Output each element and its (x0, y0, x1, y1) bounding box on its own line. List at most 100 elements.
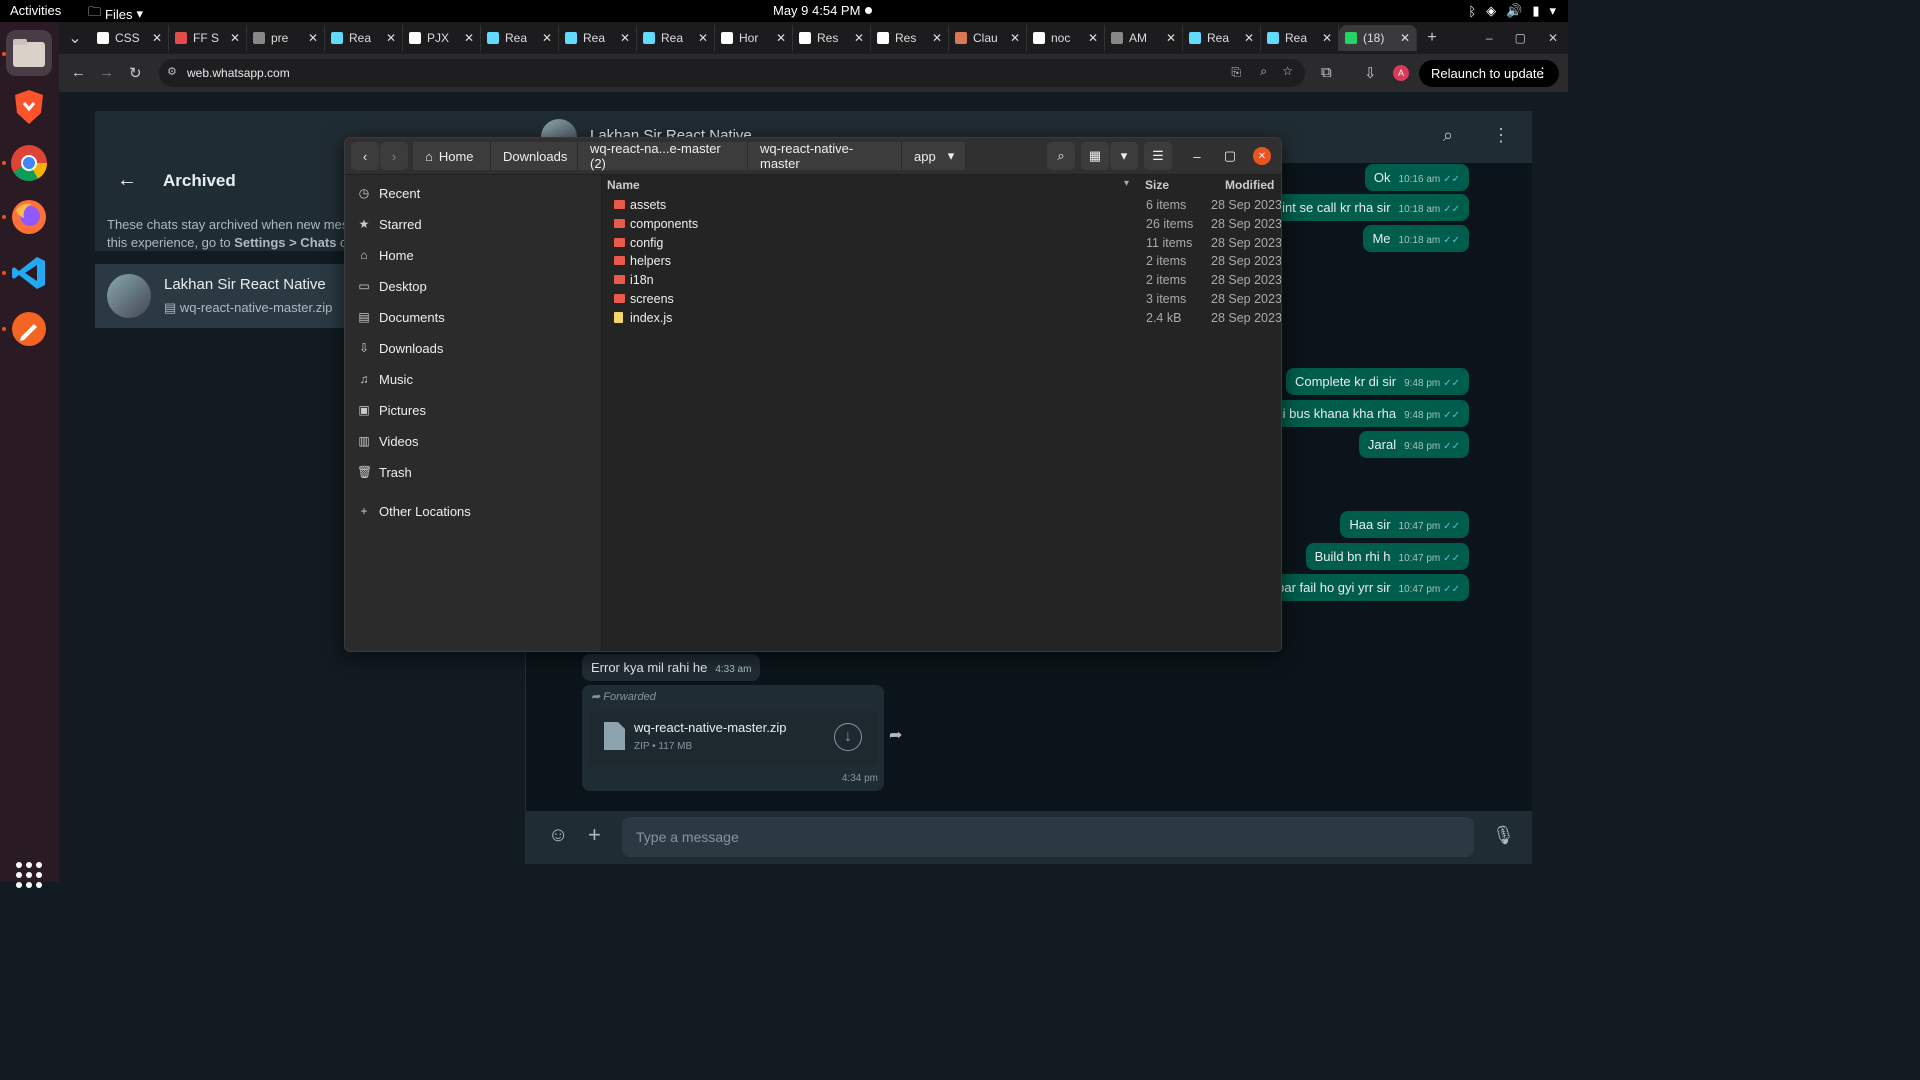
incoming-message[interactable]: Error kya mil rahi he 4:33 am (582, 654, 761, 681)
browser-tab[interactable]: AM ✕ (1105, 25, 1183, 51)
tab-close-icon[interactable]: ✕ (1322, 31, 1332, 45)
browser-tab[interactable]: Rea ✕ (1183, 25, 1261, 51)
file-row[interactable]: components 26 items 28 Sep 2023 (602, 215, 1281, 234)
clock[interactable]: May 9 4:54 PM (773, 3, 860, 18)
breadcrumb-item[interactable]: wq-react-native-master (748, 141, 902, 171)
close-icon[interactable]: ✕ (1253, 147, 1271, 165)
address-bar[interactable]: ⚙ web.whatsapp.com ⎘ ⌕ ☆ (159, 59, 1305, 87)
sidebar-item-music[interactable]: ♫ Music (357, 369, 413, 389)
zoom-icon[interactable]: ⌕ (1260, 64, 1267, 79)
breadcrumb-item[interactable]: Downloads (491, 142, 578, 170)
sidebar-item-pictures[interactable]: ▣ Pictures (357, 400, 426, 420)
outgoing-message[interactable]: Complete kr di sir 9:48 pm ✓✓ (1285, 368, 1469, 395)
breadcrumb-item[interactable]: app ▾ (902, 142, 966, 170)
sidebar-item-recent[interactable]: ◷ Recent (357, 183, 420, 203)
outgoing-message[interactable]: mint se call kr rha sir 10:18 am ✓✓ (1262, 194, 1469, 221)
file-row[interactable]: screens 3 items 28 Sep 2023 (602, 290, 1281, 309)
outgoing-message[interactable]: hi bus khana kha rha 9:48 pm ✓✓ (1266, 400, 1469, 427)
tab-close-icon[interactable]: ✕ (542, 31, 552, 45)
tab-close-icon[interactable]: ✕ (308, 31, 318, 45)
browser-tab[interactable]: Clau ✕ (949, 25, 1027, 51)
attach-plus-icon[interactable]: + (588, 822, 601, 848)
profile-avatar[interactable]: A (1393, 65, 1409, 81)
file-row[interactable]: i18n 2 items 28 Sep 2023 (602, 271, 1281, 290)
show-apps-icon[interactable] (16, 862, 42, 888)
bookmark-star-icon[interactable]: ☆ (1282, 64, 1293, 78)
back-arrow-icon[interactable]: ← (117, 169, 137, 192)
search-icon[interactable]: ⌕ (1047, 142, 1075, 170)
vscode-icon[interactable] (6, 250, 52, 296)
search-icon[interactable]: ⌕ (1443, 125, 1453, 146)
minimize-icon[interactable]: – (1185, 142, 1209, 170)
extensions-icon[interactable]: ⧉ (1321, 64, 1332, 81)
view-options-chevron-icon[interactable]: ▾ (1110, 142, 1138, 170)
maximize-icon[interactable]: ▢ (1218, 142, 1242, 170)
sidebar-item-trash[interactable]: 🗑 Trash (357, 462, 412, 482)
browser-tab[interactable]: (18) ✕ (1339, 25, 1417, 51)
browser-tab[interactable]: FF S ✕ (169, 25, 247, 51)
settings-link[interactable]: Settings > Chats (234, 235, 336, 250)
files-app-icon[interactable] (6, 30, 52, 76)
breadcrumb-item[interactable]: wq-react-na...e-master (2) (578, 141, 748, 171)
tab-close-icon[interactable]: ✕ (230, 31, 240, 45)
tab-close-icon[interactable]: ✕ (1166, 31, 1176, 45)
new-tab-icon[interactable]: + (1417, 29, 1447, 47)
downloads-icon[interactable]: ⇩ (1364, 64, 1377, 82)
tab-close-icon[interactable]: ✕ (1244, 31, 1254, 45)
brave-icon[interactable] (6, 84, 52, 130)
site-info-icon[interactable]: ⚙ (167, 65, 177, 78)
browser-tab[interactable]: Rea ✕ (325, 25, 403, 51)
outgoing-message[interactable]: Haa sir 10:47 pm ✓✓ (1340, 511, 1469, 538)
share-icon[interactable]: ➦ (889, 725, 902, 745)
forward-icon[interactable]: › (380, 142, 408, 170)
menu-icon[interactable]: ⋮ (1492, 125, 1510, 146)
browser-tab[interactable]: Rea ✕ (559, 25, 637, 51)
tab-close-icon[interactable]: ✕ (620, 31, 630, 45)
tab-close-icon[interactable]: ✕ (932, 31, 942, 45)
column-size[interactable]: Size (1145, 178, 1169, 192)
file-row[interactable]: assets 6 items 28 Sep 2023 (602, 196, 1281, 215)
column-modified[interactable]: Modified (1225, 178, 1274, 192)
file-row[interactable]: index.js 2.4 kB 28 Sep 2023 (602, 309, 1281, 328)
close-icon[interactable]: ✕ (1548, 31, 1558, 45)
sidebar-item-other-locations[interactable]: + Other Locations (357, 501, 470, 521)
tab-close-icon[interactable]: ✕ (854, 31, 864, 45)
firefox-icon[interactable] (6, 194, 52, 240)
sidebar-item-home[interactable]: ⌂ Home (357, 245, 413, 265)
browser-tab[interactable]: Rea ✕ (481, 25, 559, 51)
microphone-icon[interactable]: 🎙 (1492, 825, 1515, 846)
outgoing-message[interactable]: Jaral 9:48 pm ✓✓ (1358, 431, 1469, 458)
browser-tab[interactable]: CSS ✕ (91, 25, 169, 51)
browser-tab[interactable]: Rea ✕ (1261, 25, 1339, 51)
message-input[interactable]: Type a message (622, 817, 1474, 857)
browser-tab[interactable]: noc ✕ (1027, 25, 1105, 51)
tab-close-icon[interactable]: ✕ (1088, 31, 1098, 45)
column-name[interactable]: Name (607, 178, 640, 192)
outgoing-message[interactable]: Build bn rhi h 10:47 pm ✓✓ (1305, 543, 1469, 570)
forward-icon[interactable]: → (99, 64, 114, 81)
minimize-icon[interactable]: – (1486, 31, 1493, 45)
browser-tab[interactable]: Rea ✕ (637, 25, 715, 51)
file-row[interactable]: helpers 2 items 28 Sep 2023 (602, 252, 1281, 271)
browser-tab[interactable]: pre ✕ (247, 25, 325, 51)
sidebar-item-videos[interactable]: ▥ Videos (357, 431, 418, 451)
maximize-icon[interactable]: ▢ (1515, 31, 1526, 45)
activities-button[interactable]: Activities (10, 3, 61, 18)
sidebar-item-documents[interactable]: ▤ Documents (357, 307, 444, 327)
outgoing-message[interactable]: bar fail ho gyi yrr sir 10:47 pm ✓✓ (1268, 574, 1469, 601)
install-app-icon[interactable]: ⎘ (1231, 65, 1241, 80)
tab-search-icon[interactable]: ⌄ (59, 25, 91, 51)
tab-close-icon[interactable]: ✕ (386, 31, 396, 45)
file-row[interactable]: config 11 items 28 Sep 2023 (602, 234, 1281, 253)
browser-tab[interactable]: Res ✕ (871, 25, 949, 51)
relaunch-button[interactable]: Relaunch to update ⋮ (1419, 60, 1559, 87)
emoji-icon[interactable]: ☺ (548, 824, 568, 847)
chrome-icon[interactable] (6, 140, 52, 186)
hamburger-menu-icon[interactable]: ☰ (1144, 142, 1172, 170)
tab-close-icon[interactable]: ✕ (698, 31, 708, 45)
tab-close-icon[interactable]: ✕ (1400, 31, 1410, 45)
tab-close-icon[interactable]: ✕ (776, 31, 786, 45)
browser-tab[interactable]: Hor ✕ (715, 25, 793, 51)
color-picker-icon[interactable] (6, 306, 52, 352)
back-icon[interactable]: ‹ (351, 142, 379, 170)
